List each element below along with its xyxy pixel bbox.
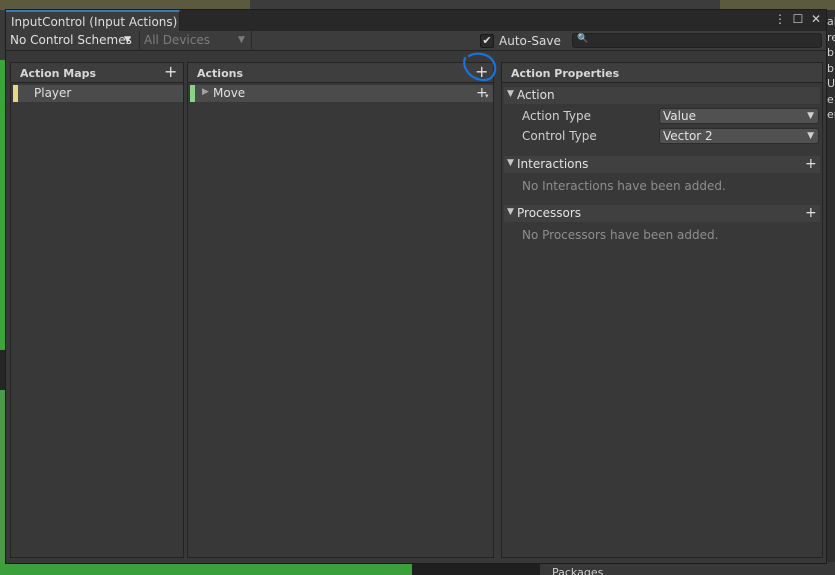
action-type-value: Value [663, 109, 696, 123]
action-item-move[interactable]: ▶ Move + ▾ [190, 85, 493, 102]
search-icon: 🔍 [577, 34, 589, 44]
action-map-item-player[interactable]: Player [13, 85, 183, 102]
close-icon[interactable]: ✕ [810, 12, 822, 26]
actions-header: Actions + [188, 63, 493, 83]
no-interactions-text: No Interactions have been added. [522, 179, 726, 193]
window-toolbar: No Control Schemes ▼ All Devices ▼ ✔ Aut… [6, 31, 826, 51]
action-type-dropdown[interactable]: Value ▼ [659, 108, 819, 124]
control-type-dropdown[interactable]: Vector 2 ▼ [659, 128, 819, 144]
maximize-icon[interactable]: ☐ [792, 12, 804, 26]
dropdown-arrow-icon: ▼ [124, 35, 131, 45]
action-group-header[interactable]: ▼ Action [504, 87, 820, 104]
collapse-triangle-icon: ▼ [507, 158, 514, 168]
auto-save-checkbox[interactable]: ✔ [480, 34, 494, 48]
dropdown-arrow-icon: ▼ [807, 131, 814, 141]
add-action-map-icon[interactable]: + [164, 64, 177, 80]
action-properties-panel: Action Properties ▼ Action Action Type V… [501, 62, 823, 558]
expand-arrow-icon[interactable]: ▶ [202, 87, 209, 97]
background-inspector-text: ai re b bl U e en [827, 15, 835, 121]
collapse-triangle-icon: ▼ [507, 89, 514, 99]
add-interaction-icon[interactable]: + [805, 156, 817, 172]
action-properties-title: Action Properties [511, 67, 620, 80]
collapse-triangle-icon: ▼ [507, 207, 514, 217]
control-type-label: Control Type [522, 129, 597, 143]
processors-group-label: Processors [517, 206, 582, 220]
actions-title: Actions [197, 67, 243, 80]
auto-save-toggle[interactable]: ✔ Auto-Save [480, 32, 561, 50]
interactions-group-label: Interactions [517, 157, 589, 171]
action-color-marker [190, 85, 195, 102]
add-action-icon[interactable]: + [475, 64, 488, 80]
input-actions-window: InputControl (Input Actions) ⋮ ☐ ✕ No Co… [5, 9, 827, 564]
action-map-label: Player [34, 86, 72, 100]
window-titlebar: InputControl (Input Actions) ⋮ ☐ ✕ [6, 10, 826, 31]
search-input[interactable]: 🔍 [572, 33, 822, 48]
dropdown-arrow-icon: ▼ [807, 111, 814, 121]
window-title: InputControl (Input Actions) [11, 15, 178, 29]
devices-label: All Devices [144, 33, 210, 47]
action-maps-panel: Action Maps + Player [10, 62, 184, 558]
action-maps-header: Action Maps + [11, 63, 183, 83]
action-properties-header: Action Properties [502, 63, 822, 83]
action-label: Move [213, 86, 246, 100]
packages-folder-label[interactable]: Packages [552, 566, 603, 575]
devices-dropdown[interactable]: All Devices ▼ [140, 31, 252, 51]
processors-group-header[interactable]: ▼ Processors + [504, 205, 820, 222]
control-schemes-dropdown[interactable]: No Control Schemes ▼ [6, 31, 140, 51]
action-maps-title: Action Maps [20, 67, 97, 80]
action-map-color-marker [13, 85, 18, 102]
control-type-value: Vector 2 [663, 129, 713, 143]
actions-panel: Actions + ▶ Move + ▾ [187, 62, 494, 558]
control-schemes-label: No Control Schemes [10, 33, 132, 47]
binding-dropdown-caret-icon: ▾ [485, 92, 489, 100]
add-processor-icon[interactable]: + [805, 205, 817, 221]
more-options-icon[interactable]: ⋮ [774, 12, 786, 26]
interactions-group-header[interactable]: ▼ Interactions + [504, 156, 820, 173]
action-type-label: Action Type [522, 109, 591, 123]
window-controls: ⋮ ☐ ✕ [774, 12, 822, 26]
dropdown-arrow-icon: ▼ [238, 35, 245, 45]
auto-save-label: Auto-Save [499, 34, 561, 48]
action-group-label: Action [517, 88, 555, 102]
window-tab[interactable]: InputControl (Input Actions) [6, 10, 180, 31]
no-processors-text: No Processors have been added. [522, 228, 719, 242]
